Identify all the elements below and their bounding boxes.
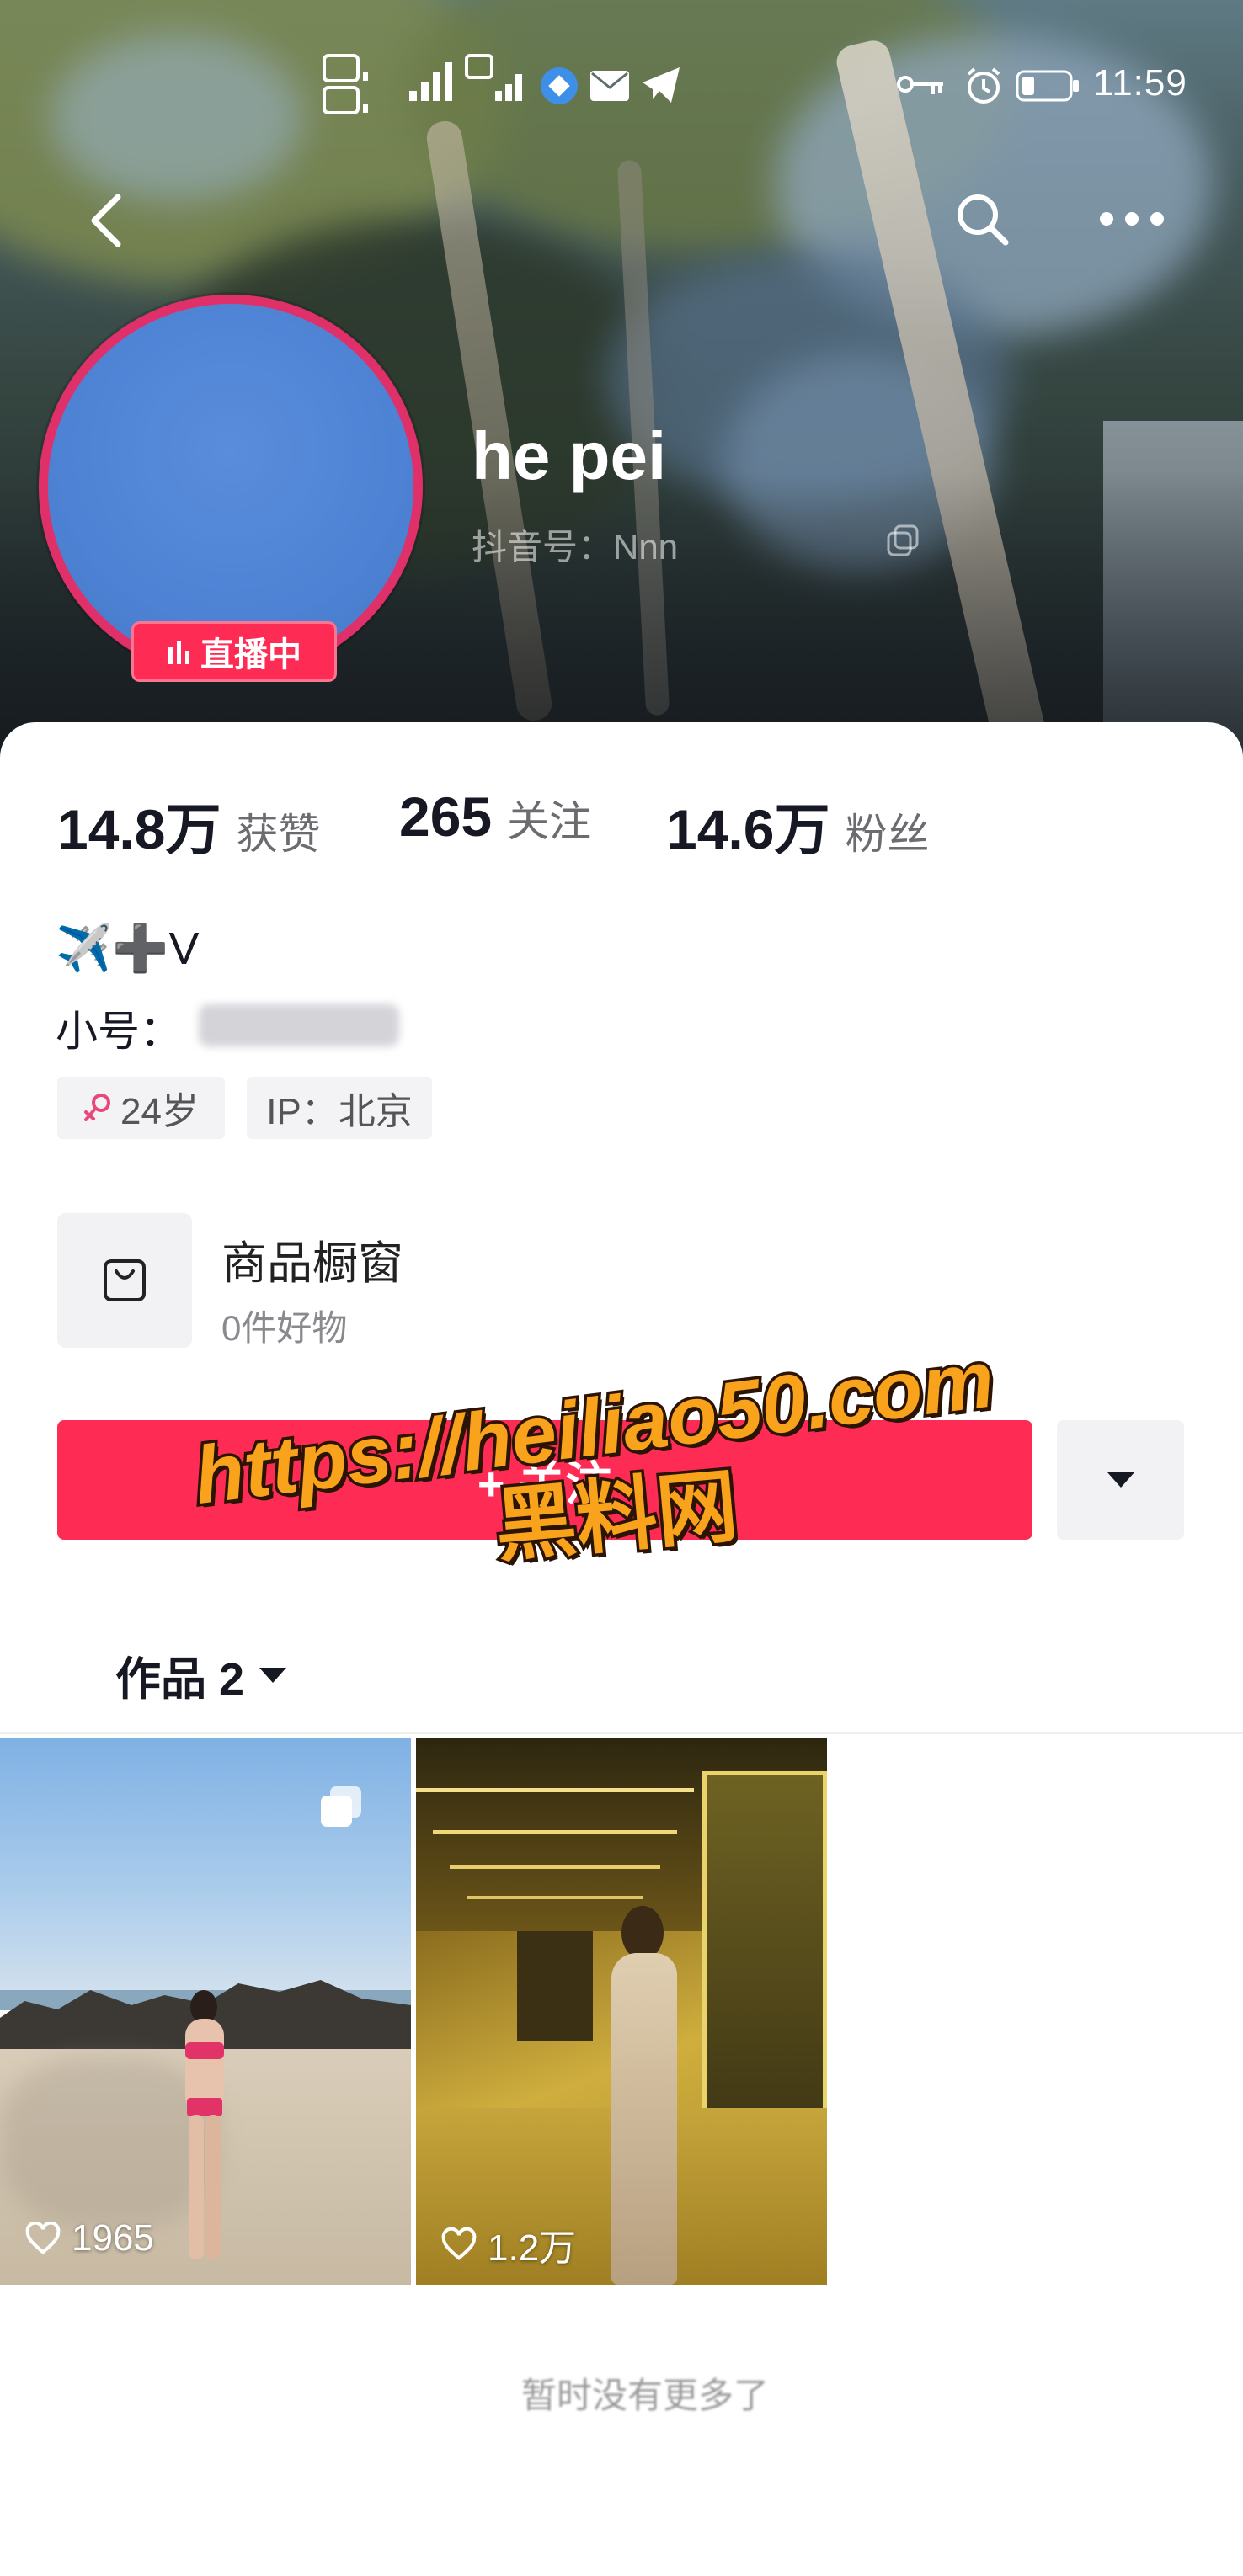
hd-signal-icon [321, 52, 378, 118]
more-actions-button[interactable] [1057, 1420, 1184, 1540]
caret-down-icon [1106, 1471, 1136, 1489]
stat-followers[interactable]: 14.6万 粉丝 [666, 785, 929, 865]
stat-following[interactable]: 265 关注 [399, 785, 591, 849]
telegram-icon [641, 66, 681, 104]
person-swim-top [185, 2042, 224, 2059]
signal-icon [408, 61, 460, 103]
key-icon [896, 72, 945, 99]
stat-label: 关注 [507, 798, 592, 845]
follow-button[interactable]: + 关注 [57, 1420, 1032, 1540]
back-button[interactable] [84, 190, 128, 251]
battery-icon [1016, 69, 1081, 103]
copy-id-button[interactable] [886, 524, 920, 557]
stat-value: 265 [399, 785, 493, 848]
shop-subtitle: 0件好物 [221, 1308, 348, 1348]
thumb-window-panel [702, 1771, 827, 2158]
stat-label: 获赞 [236, 811, 321, 858]
app-notification-icon [539, 66, 579, 106]
douyin-id: 抖音号：Nnn [472, 527, 679, 567]
age-tag: 24岁 [57, 1077, 225, 1139]
thumb-ceiling-light [467, 1896, 643, 1899]
stat-value: 14.8万 [57, 798, 221, 860]
hd-signal-icon [465, 52, 529, 118]
person-leg [205, 2115, 221, 2259]
mail-icon [589, 69, 631, 103]
live-badge-label: 直播中 [200, 636, 301, 673]
stat-label: 粉丝 [845, 811, 930, 858]
thumb-person [167, 1990, 243, 2276]
female-icon [83, 1092, 112, 1124]
tab-works-label: 作品 2 [115, 1654, 245, 1705]
thumb-ceiling-light [416, 1788, 694, 1792]
stat-value: 14.6万 [666, 798, 830, 860]
shopping-bag-icon [99, 1254, 151, 1307]
more-button[interactable] [1098, 210, 1166, 227]
work-thumbnail[interactable]: 1965 [0, 1738, 411, 2285]
heart-icon [440, 2227, 477, 2261]
cover-sky [51, 34, 303, 202]
search-icon [953, 190, 1011, 247]
live-badge[interactable]: 直播中 [131, 621, 337, 682]
status-time: 11:59 [1093, 62, 1187, 104]
thumb-person [598, 1906, 691, 2285]
alarm-icon [963, 66, 1004, 106]
like-count-value: 1.2万 [488, 2227, 577, 2269]
person-leg [189, 2115, 204, 2259]
live-bars-icon [167, 637, 192, 666]
multi-image-icon [317, 1783, 365, 1830]
tab-divider [0, 1732, 1243, 1734]
follow-button-label: + 关注 [477, 1456, 613, 1510]
stat-likes[interactable]: 14.8万 获赞 [57, 785, 320, 865]
thumb-ceiling-light [433, 1830, 677, 1834]
tab-works[interactable]: 作品 2 [115, 1642, 288, 1708]
person-dress [611, 1953, 677, 2285]
copy-icon [886, 524, 920, 557]
bio-line: ✈️➕V [56, 923, 200, 974]
profile-name: he pei [472, 418, 667, 493]
person-swim-bottom [187, 2098, 222, 2116]
search-button[interactable] [953, 190, 1011, 247]
ip-tag: IP：北京 [247, 1077, 432, 1139]
like-count: 1.2万 [440, 2217, 576, 2271]
ip-tag-label: IP：北京 [266, 1091, 413, 1132]
more-icon [1098, 210, 1166, 227]
thumb-ceiling-light [450, 1865, 660, 1869]
thumb-corridor-end [517, 1931, 593, 2041]
back-icon [84, 190, 128, 251]
like-count-value: 1965 [72, 2217, 154, 2259]
age-tag-label: 24岁 [120, 1091, 199, 1132]
bio-line: 小号： [56, 1008, 182, 1055]
redacted-text [199, 1004, 399, 1046]
person-hair [622, 1906, 664, 1960]
like-count: 1965 [24, 2217, 154, 2259]
caret-down-icon [258, 1665, 288, 1685]
shop-title[interactable]: 商品橱窗 [221, 1226, 403, 1292]
no-more-content-text: 暂时没有更多了 [520, 2376, 769, 2415]
shop-entry[interactable] [57, 1213, 192, 1348]
work-thumbnail[interactable]: 1.2万 [416, 1738, 827, 2285]
heart-icon [24, 2222, 61, 2255]
thumb-sky [0, 1738, 411, 2007]
